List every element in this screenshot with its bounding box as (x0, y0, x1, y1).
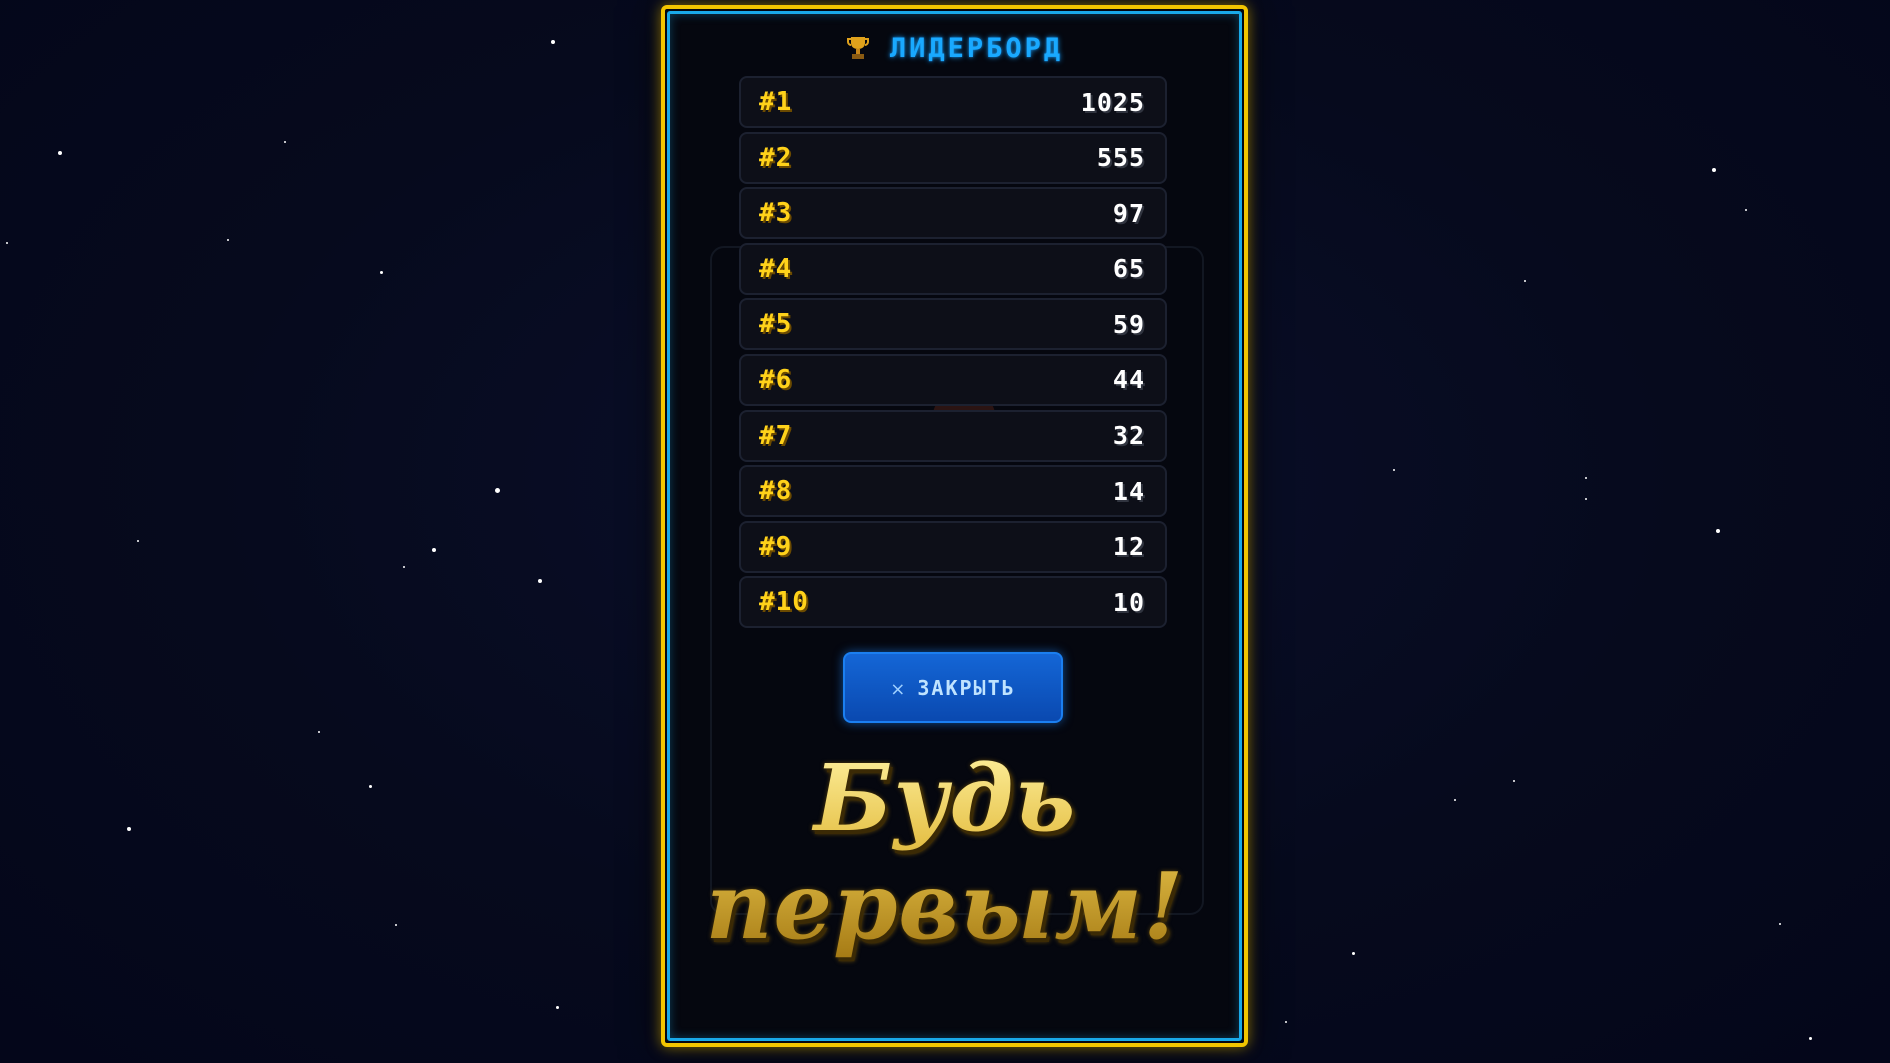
star (551, 40, 555, 44)
star (1454, 799, 1456, 801)
score-value: 14 (1112, 476, 1145, 506)
star (127, 827, 131, 831)
star (538, 579, 542, 583)
star (1513, 780, 1515, 782)
star (403, 566, 405, 568)
star (495, 488, 500, 493)
rank-label: #8 (759, 476, 793, 507)
star (369, 785, 372, 788)
promo-caption: Будь первым! (560, 744, 1330, 960)
star (284, 141, 286, 143)
star (1524, 280, 1526, 282)
rank-label: #7 (759, 420, 793, 451)
star (432, 548, 436, 552)
star (556, 1006, 559, 1009)
leaderboard-list: #1 1025 #2 555 #3 97 #4 65 #5 59 #6 44 #… (739, 76, 1167, 632)
star (1585, 477, 1587, 479)
rank-label: #6 (759, 364, 793, 395)
score-value: 44 (1112, 365, 1145, 395)
score-value: 97 (1112, 198, 1145, 228)
star (1585, 498, 1587, 500)
star (1779, 923, 1781, 925)
star (1712, 168, 1716, 172)
leaderboard-title: ЛИДЕРБОРД (889, 32, 1064, 64)
score-value: 10 (1112, 587, 1145, 617)
leaderboard-row: #7 32 (739, 409, 1167, 462)
score-value: 32 (1112, 421, 1145, 451)
rank-label: #4 (759, 253, 793, 284)
leaderboard-row: #6 44 (739, 353, 1167, 406)
star (1745, 209, 1747, 211)
rank-label: #10 (759, 587, 809, 618)
star (1716, 529, 1720, 533)
close-button[interactable]: × ЗАКРЫТЬ (843, 652, 1063, 723)
star (227, 239, 229, 241)
rank-label: #1 (759, 87, 793, 117)
leaderboard-row: #2 555 (739, 131, 1167, 184)
leaderboard-row: #9 12 (739, 520, 1167, 573)
rank-label: #3 (759, 198, 793, 229)
score-value: 1025 (1080, 87, 1145, 117)
close-button-label: ЗАКРЫТЬ (917, 675, 1016, 700)
rank-label: #5 (759, 309, 793, 340)
leaderboard-row: #8 14 (739, 465, 1167, 518)
leaderboard-row: #5 59 (739, 298, 1167, 351)
leaderboard-row: #3 97 (739, 187, 1167, 240)
star (58, 151, 62, 155)
leaderboard-row: #4 65 (739, 242, 1167, 295)
star (6, 242, 8, 244)
close-icon: × (890, 679, 906, 700)
leaderboard-row: #1 1025 (739, 76, 1167, 128)
star (1352, 952, 1355, 955)
leaderboard-header: ЛИДЕРБОРД (661, 28, 1248, 68)
rank-label: #2 (759, 142, 793, 173)
score-value: 59 (1112, 309, 1145, 339)
star (395, 924, 397, 926)
score-value: 555 (1096, 143, 1145, 173)
leaderboard-row: #10 10 (739, 576, 1167, 629)
game-scene: ЛИДЕРБОРД #1 1025 #2 555 #3 97 #4 65 #5 … (0, 0, 1890, 1063)
star (318, 731, 320, 733)
score-value: 65 (1112, 254, 1145, 284)
star (1809, 1037, 1812, 1040)
score-value: 12 (1112, 532, 1145, 562)
star (1285, 1021, 1287, 1023)
star (380, 271, 383, 274)
trophy-icon (846, 35, 870, 61)
star (1393, 469, 1395, 471)
rank-label: #9 (759, 531, 793, 562)
star (137, 540, 139, 542)
